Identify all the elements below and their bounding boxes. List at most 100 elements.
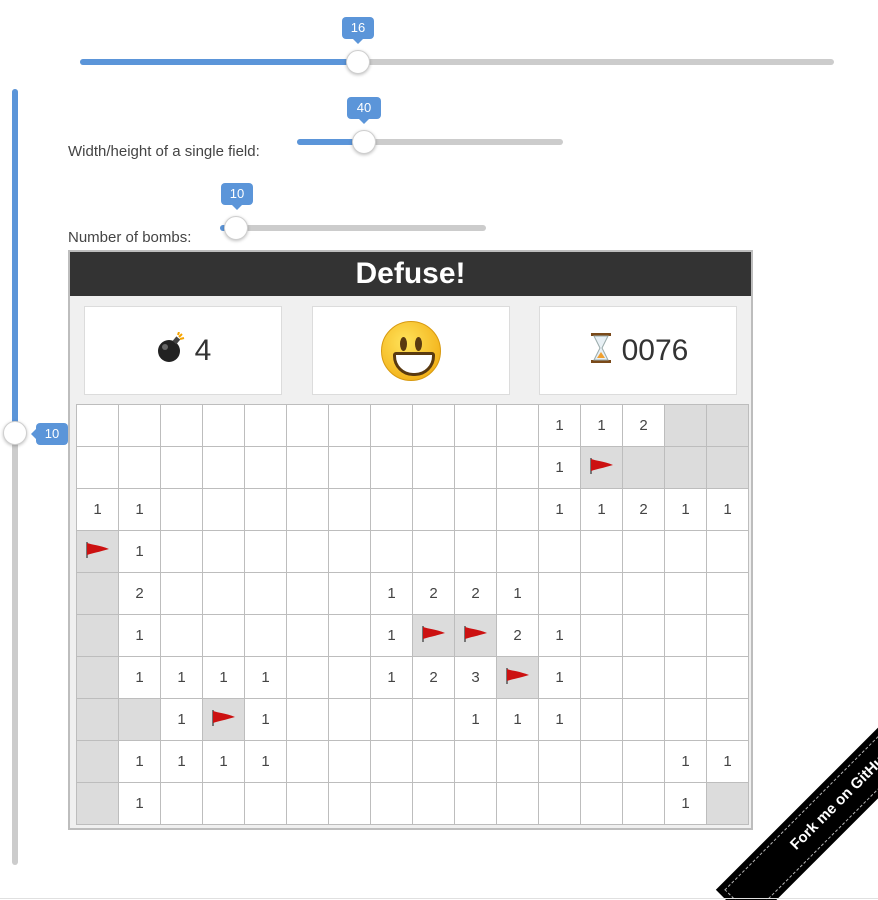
columns-slider-handle[interactable] [346,50,370,74]
number-cell[interactable]: 2 [623,489,665,531]
empty-cell[interactable] [665,615,707,657]
empty-cell[interactable] [329,741,371,783]
number-cell[interactable]: 1 [119,531,161,573]
empty-cell[interactable] [371,531,413,573]
empty-cell[interactable] [497,447,539,489]
number-cell[interactable]: 1 [119,657,161,699]
empty-cell[interactable] [707,657,749,699]
number-cell[interactable]: 1 [119,489,161,531]
hidden-cell[interactable] [77,615,119,657]
empty-cell[interactable] [287,741,329,783]
bombs-slider-track[interactable] [220,225,486,231]
empty-cell[interactable] [77,405,119,447]
empty-cell[interactable] [245,405,287,447]
empty-cell[interactable] [623,531,665,573]
empty-cell[interactable] [623,657,665,699]
number-cell[interactable]: 1 [245,699,287,741]
number-cell[interactable]: 2 [119,573,161,615]
empty-cell[interactable] [329,657,371,699]
empty-cell[interactable] [245,783,287,825]
hidden-cell[interactable] [77,783,119,825]
hidden-cell[interactable] [623,447,665,489]
empty-cell[interactable] [329,447,371,489]
number-cell[interactable]: 2 [497,615,539,657]
number-cell[interactable]: 1 [203,657,245,699]
empty-cell[interactable] [371,489,413,531]
number-cell[interactable]: 1 [581,489,623,531]
empty-cell[interactable] [623,783,665,825]
empty-cell[interactable] [329,489,371,531]
hidden-cell[interactable] [77,657,119,699]
number-cell[interactable]: 1 [119,783,161,825]
bombs-slider-handle[interactable] [224,216,248,240]
empty-cell[interactable] [371,741,413,783]
empty-cell[interactable] [161,405,203,447]
empty-cell[interactable] [245,615,287,657]
empty-cell[interactable] [581,783,623,825]
hidden-cell[interactable] [77,741,119,783]
empty-cell[interactable] [455,447,497,489]
empty-cell[interactable] [455,741,497,783]
number-cell[interactable]: 3 [455,657,497,699]
empty-cell[interactable] [287,573,329,615]
fork-me-on-github-link[interactable]: Fork me on GitHub [718,700,878,900]
empty-cell[interactable] [287,615,329,657]
number-cell[interactable]: 1 [497,573,539,615]
empty-cell[interactable] [203,447,245,489]
empty-cell[interactable] [413,405,455,447]
empty-cell[interactable] [329,699,371,741]
empty-cell[interactable] [77,447,119,489]
empty-cell[interactable] [287,699,329,741]
number-cell[interactable]: 1 [371,657,413,699]
number-cell[interactable]: 1 [161,741,203,783]
number-cell[interactable]: 1 [455,699,497,741]
empty-cell[interactable] [245,573,287,615]
empty-cell[interactable] [329,783,371,825]
empty-cell[interactable] [203,405,245,447]
hidden-cell[interactable] [707,447,749,489]
empty-cell[interactable] [245,447,287,489]
number-cell[interactable]: 1 [245,741,287,783]
number-cell[interactable]: 1 [371,573,413,615]
empty-cell[interactable] [119,447,161,489]
number-cell[interactable]: 1 [539,615,581,657]
empty-cell[interactable] [119,405,161,447]
empty-cell[interactable] [581,615,623,657]
empty-cell[interactable] [581,531,623,573]
number-cell[interactable]: 1 [497,699,539,741]
number-cell[interactable]: 1 [77,489,119,531]
empty-cell[interactable] [455,405,497,447]
empty-cell[interactable] [581,573,623,615]
empty-cell[interactable] [497,405,539,447]
empty-cell[interactable] [707,615,749,657]
empty-cell[interactable] [203,531,245,573]
empty-cell[interactable] [665,531,707,573]
number-cell[interactable]: 1 [581,405,623,447]
number-cell[interactable]: 1 [665,489,707,531]
empty-cell[interactable] [203,615,245,657]
empty-cell[interactable] [329,531,371,573]
empty-cell[interactable] [413,741,455,783]
empty-cell[interactable] [455,489,497,531]
empty-cell[interactable] [329,573,371,615]
empty-cell[interactable] [455,531,497,573]
empty-cell[interactable] [539,531,581,573]
number-cell[interactable]: 1 [707,489,749,531]
flagged-cell[interactable] [413,615,455,657]
empty-cell[interactable] [203,573,245,615]
empty-cell[interactable] [371,447,413,489]
number-cell[interactable]: 1 [539,489,581,531]
empty-cell[interactable] [539,741,581,783]
smiley-face-icon[interactable] [381,320,441,381]
number-cell[interactable]: 1 [539,699,581,741]
empty-cell[interactable] [623,573,665,615]
hidden-cell[interactable] [665,405,707,447]
number-cell[interactable]: 1 [245,657,287,699]
empty-cell[interactable] [413,531,455,573]
flagged-cell[interactable] [203,699,245,741]
empty-cell[interactable] [665,573,707,615]
field-size-slider-handle[interactable] [352,130,376,154]
empty-cell[interactable] [329,405,371,447]
flagged-cell[interactable] [77,531,119,573]
empty-cell[interactable] [203,783,245,825]
